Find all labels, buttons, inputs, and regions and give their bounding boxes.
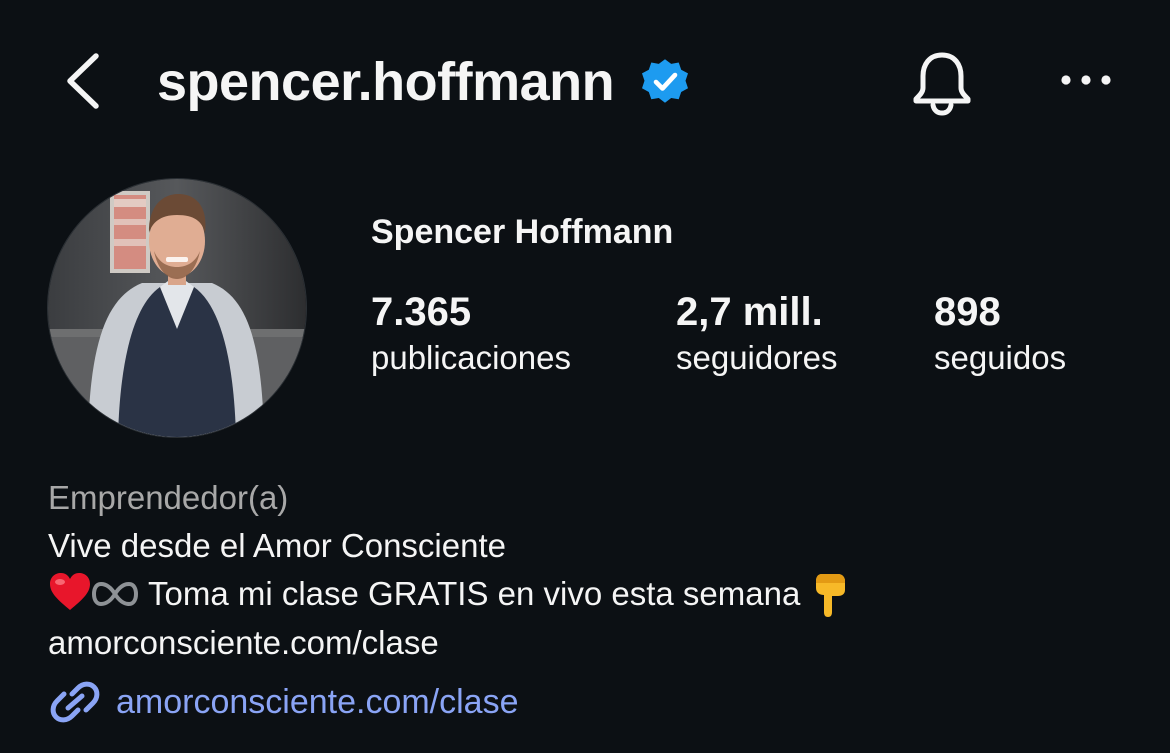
followers-count[interactable]: 2,7 mill. seguidores bbox=[676, 288, 837, 380]
more-horizontal-icon bbox=[1061, 75, 1111, 85]
followers-value: 2,7 mill. bbox=[676, 290, 823, 334]
following-label: seguidos bbox=[934, 339, 1067, 376]
followers-label: seguidores bbox=[676, 339, 838, 376]
following-value: 898 bbox=[934, 290, 1001, 334]
full-name: Spencer Hoffmann bbox=[371, 213, 674, 251]
pointing-down-emoji bbox=[816, 574, 846, 617]
red-heart-emoji bbox=[50, 573, 90, 610]
posts-label: publicaciones bbox=[371, 339, 571, 376]
bio-line-2: Toma mi clase GRATIS en vivo esta semana bbox=[48, 570, 850, 619]
posts-value: 7.365 bbox=[371, 290, 472, 334]
posts-count[interactable]: 7.365 publicaciones bbox=[371, 288, 571, 380]
back-button[interactable] bbox=[58, 48, 108, 114]
bio: Emprendedor(a) Vive desde el Amor Consci… bbox=[48, 474, 850, 667]
more-options-button[interactable] bbox=[1058, 66, 1114, 94]
notifications-button[interactable] bbox=[908, 48, 976, 118]
following-count[interactable]: 898 seguidos bbox=[934, 288, 1066, 380]
link-icon bbox=[50, 681, 100, 723]
bio-line-3: amorconsciente.com/clase bbox=[48, 624, 439, 661]
profile-photo bbox=[48, 179, 306, 437]
bell-icon bbox=[913, 52, 971, 116]
bio-line-2-text: Toma mi clase GRATIS en vivo esta semana bbox=[148, 575, 801, 612]
profile-header: spencer.hoffmann bbox=[0, 0, 1170, 160]
link-text: amorconsciente.com/clase bbox=[116, 683, 519, 721]
external-link[interactable]: amorconsciente.com/clase bbox=[48, 676, 519, 728]
bio-category: Emprendedor(a) bbox=[48, 479, 289, 516]
bio-line-1: Vive desde el Amor Consciente bbox=[48, 527, 506, 564]
infinity-emoji bbox=[92, 581, 138, 607]
username-title: spencer.hoffmann bbox=[157, 52, 615, 112]
chevron-left-icon bbox=[67, 53, 99, 109]
verified-badge-icon bbox=[640, 56, 690, 106]
profile-avatar[interactable] bbox=[47, 178, 307, 438]
